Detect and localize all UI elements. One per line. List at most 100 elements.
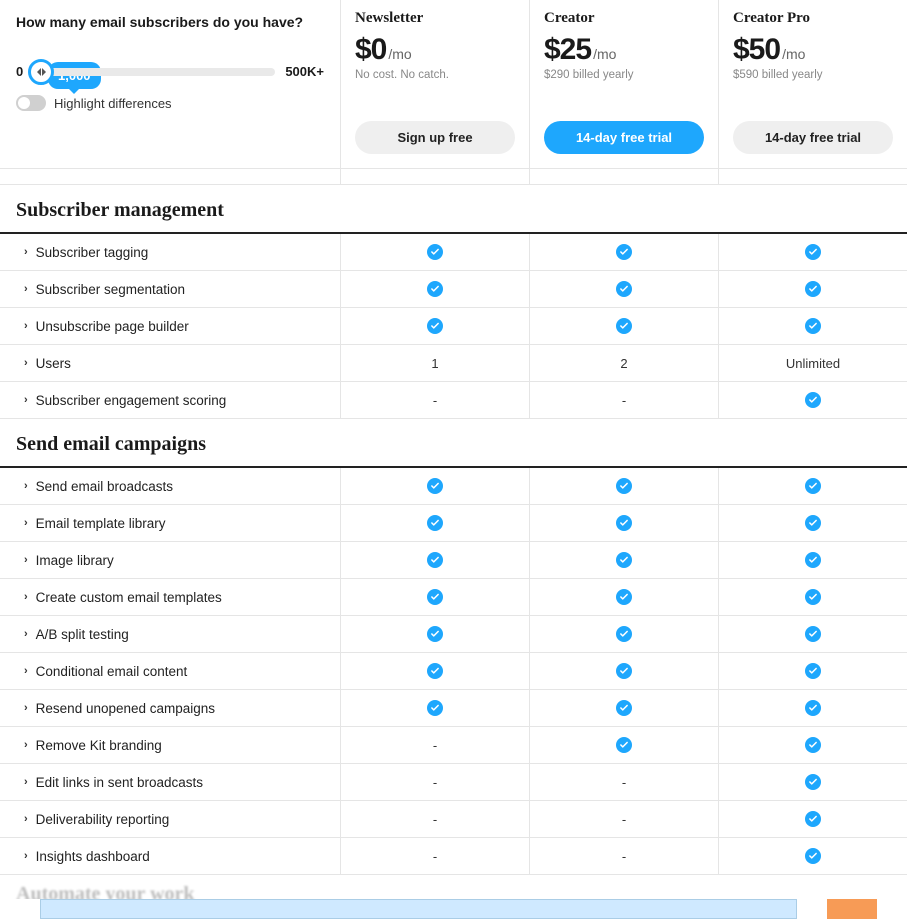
feature-name: Conditional email content — [36, 664, 188, 679]
feature-value — [340, 505, 529, 541]
feature-name-cell[interactable]: › Resend unopened campaigns — [0, 690, 340, 726]
feature-value — [718, 838, 907, 874]
feature-row: ›Create custom email templates — [0, 579, 907, 616]
feature-row: ›Subscriber tagging — [0, 234, 907, 271]
feature-name-cell[interactable]: › Users — [0, 345, 340, 381]
chevron-right-icon: › — [24, 813, 28, 825]
highlight-toggle-row: Highlight differences — [16, 95, 324, 111]
feature-name: Resend unopened campaigns — [36, 701, 215, 716]
feature-name-cell[interactable]: ›Send email broadcasts — [0, 468, 340, 504]
feature-value — [718, 616, 907, 652]
chevron-right-icon: › — [24, 246, 28, 258]
check-icon — [427, 663, 443, 679]
check-icon — [805, 700, 821, 716]
feature-row: › Resend unopened campaigns — [0, 690, 907, 727]
feature-value: - — [340, 382, 529, 418]
feature-value — [718, 801, 907, 837]
subscriber-slider[interactable]: 1,000 0 500K+ — [16, 64, 324, 79]
check-icon — [805, 774, 821, 790]
feature-value: - — [340, 801, 529, 837]
next-section-cutoff: Automate your work — [0, 875, 907, 899]
feature-value — [340, 271, 529, 307]
slider-min-label: 0 — [16, 64, 23, 79]
feature-name-cell[interactable]: ›Edit links in sent broadcasts — [0, 764, 340, 800]
chevron-right-icon: › — [24, 480, 28, 492]
section-header: Subscriber management — [0, 185, 907, 234]
feature-value — [718, 542, 907, 578]
check-icon — [427, 478, 443, 494]
feature-name: Subscriber segmentation — [36, 282, 185, 297]
check-icon — [427, 626, 443, 642]
check-icon — [805, 626, 821, 642]
feature-value — [718, 690, 907, 726]
feature-value: - — [529, 838, 718, 874]
plan-name: Creator — [544, 10, 704, 27]
feature-value — [718, 727, 907, 763]
feature-value — [718, 468, 907, 504]
check-icon — [805, 281, 821, 297]
feature-value — [340, 579, 529, 615]
feature-name-cell[interactable]: ›Remove Kit branding — [0, 727, 340, 763]
feature-row: ›A/B split testing — [0, 616, 907, 653]
check-icon — [616, 552, 632, 568]
feature-name: Subscriber engagement scoring — [36, 393, 227, 408]
chevron-right-icon: › — [24, 739, 28, 751]
feature-name-cell[interactable]: ›Deliverability reporting — [0, 801, 340, 837]
feature-name: Edit links in sent broadcasts — [36, 775, 203, 790]
slider-track[interactable] — [33, 68, 275, 76]
chevron-right-icon: › — [24, 702, 28, 714]
feature-name: Users — [36, 356, 71, 371]
highlight-toggle[interactable] — [16, 95, 46, 111]
feature-value — [529, 271, 718, 307]
free-trial-button[interactable]: 14-day free trial — [544, 121, 704, 154]
feature-value: Unlimited — [718, 345, 907, 381]
feature-row: ›Conditional email content — [0, 653, 907, 690]
chevron-right-icon: › — [24, 320, 28, 332]
plan-subprice: $590 billed yearly — [733, 69, 893, 81]
feature-name: Create custom email templates — [36, 590, 222, 605]
subscriber-selector: How many email subscribers do you have? … — [0, 0, 340, 168]
feature-name-cell[interactable]: ›A/B split testing — [0, 616, 340, 652]
feature-row: ›Subscriber engagement scoring-- — [0, 382, 907, 419]
feature-value — [718, 579, 907, 615]
check-icon — [616, 318, 632, 334]
signup-free-button[interactable]: Sign up free — [355, 121, 515, 154]
feature-name-cell[interactable]: ›Insights dashboard — [0, 838, 340, 874]
feature-name-cell[interactable]: ›Create custom email templates — [0, 579, 340, 615]
check-icon — [616, 663, 632, 679]
check-icon — [805, 589, 821, 605]
feature-name-cell[interactable]: ›Image library — [0, 542, 340, 578]
feature-value — [529, 542, 718, 578]
feature-row: ›Insights dashboard-- — [0, 838, 907, 875]
check-icon — [616, 478, 632, 494]
feature-name-cell[interactable]: ›Conditional email content — [0, 653, 340, 689]
check-icon — [616, 281, 632, 297]
highlight-toggle-label: Highlight differences — [54, 96, 172, 111]
feature-name-cell[interactable]: ›Subscriber engagement scoring — [0, 382, 340, 418]
feature-value — [718, 505, 907, 541]
feature-value: - — [340, 764, 529, 800]
chevron-right-icon: › — [24, 357, 28, 369]
check-icon — [805, 515, 821, 531]
feature-name-cell[interactable]: ›Subscriber tagging — [0, 234, 340, 270]
plan-subprice: No cost. No catch. — [355, 69, 515, 81]
feature-name-cell[interactable]: ›Email template library — [0, 505, 340, 541]
feature-value — [529, 579, 718, 615]
feature-value — [529, 653, 718, 689]
feature-value — [340, 653, 529, 689]
slider-thumb[interactable] — [28, 59, 54, 85]
feature-value: - — [529, 764, 718, 800]
feature-name-cell[interactable]: ›Unsubscribe page builder — [0, 308, 340, 344]
check-icon — [616, 737, 632, 753]
chevron-right-icon: › — [24, 850, 28, 862]
feature-row: ›Edit links in sent broadcasts-- — [0, 764, 907, 801]
check-icon — [427, 700, 443, 716]
plan-price: $50 /mo — [733, 33, 893, 67]
feature-value — [340, 542, 529, 578]
feature-value — [718, 653, 907, 689]
feature-value — [529, 308, 718, 344]
feature-name-cell[interactable]: ›Subscriber segmentation — [0, 271, 340, 307]
feature-value: 2 — [529, 345, 718, 381]
feature-value — [718, 382, 907, 418]
free-trial-button[interactable]: 14-day free trial — [733, 121, 893, 154]
